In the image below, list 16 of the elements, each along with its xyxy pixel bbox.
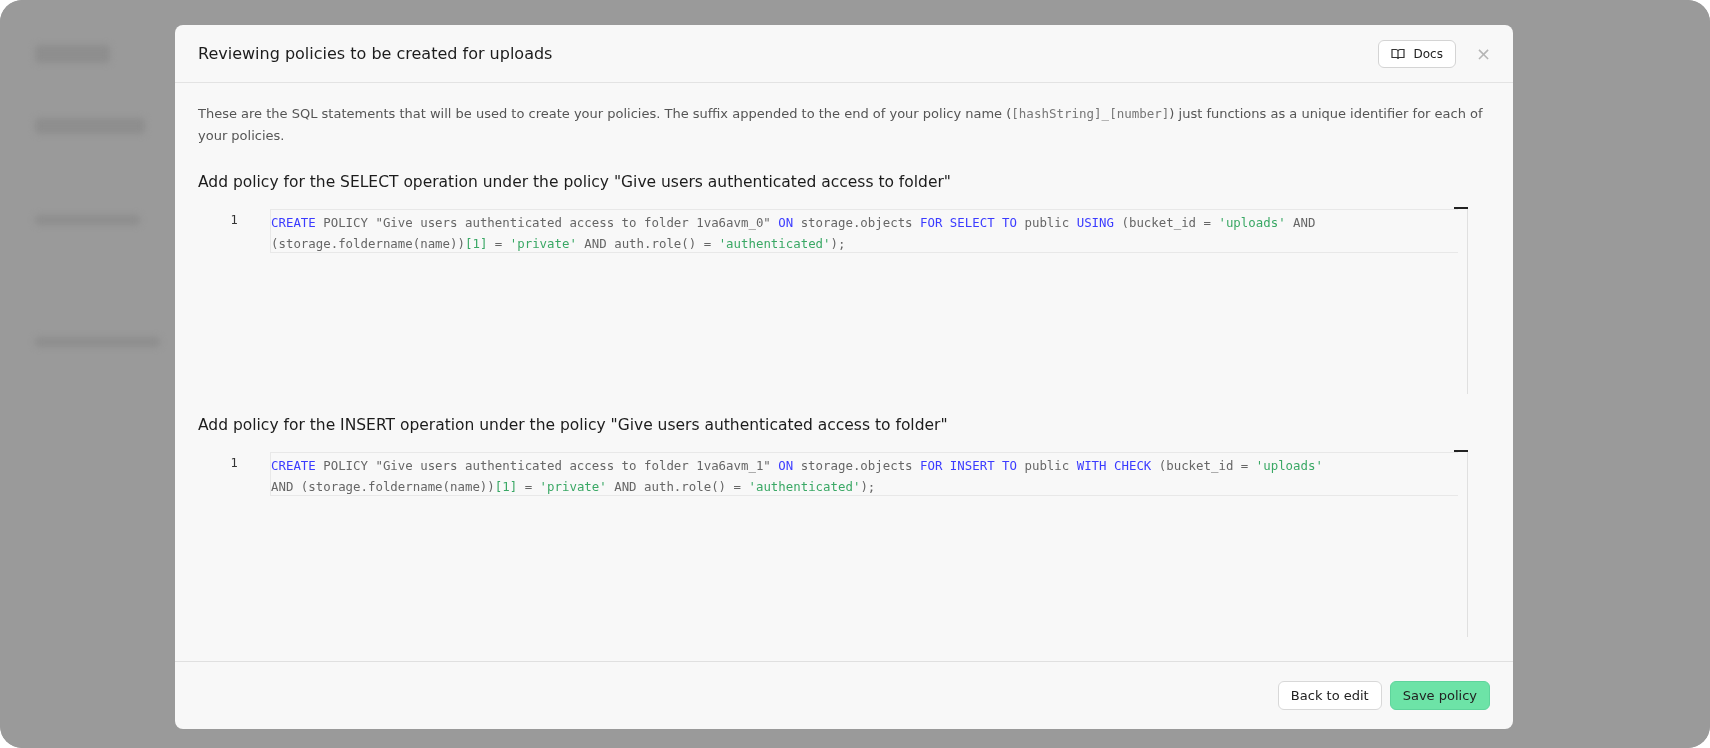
book-icon [1391,47,1406,60]
back-button[interactable]: Back to edit [1277,681,1382,710]
intro-text: These are the SQL statements that will be used to create your policies. The suffix appended to the end of your policy name ([hashString]_[number]) just functions as a unique identifier for each of your policies. [198,105,1484,145]
code-line: CREATE POLICY "Give users authenticated access to folder 1va6avm_0" ON storage.objects FOR SELECT TO public USING (bucket_id = 'uploads' AND [271,214,1317,232]
code-line: CREATE POLICY "Give users authenticated access to folder 1va6avm_1" ON storage.objects FOR INSERT TO public WITH CHECK (bucket_id = 'uploads' [271,457,1324,475]
scrollbar-marker [1454,207,1468,209]
policy-heading: Add policy for the SELECT operation under the policy "Give users authenticated access to folder" [198,173,952,191]
modal-title: Reviewing policies to be created for uploads [198,44,554,63]
code-line: (storage.foldername(name))[1] = 'private' AND auth.role() = 'authenticated'); [271,235,847,253]
save-policy-button[interactable]: Save policy [1389,681,1490,710]
docs-button[interactable]: Docs [1378,39,1456,68]
line-number: 1 [229,212,239,229]
code-line: AND (storage.foldername(name))[1] = 'private' AND auth.role() = 'authenticated'); [271,478,877,496]
policy-heading: Add policy for the INSERT operation under the policy "Give users authenticated access to folder" [198,416,949,434]
line-number: 1 [229,455,239,472]
scrollbar-marker [1454,450,1468,452]
